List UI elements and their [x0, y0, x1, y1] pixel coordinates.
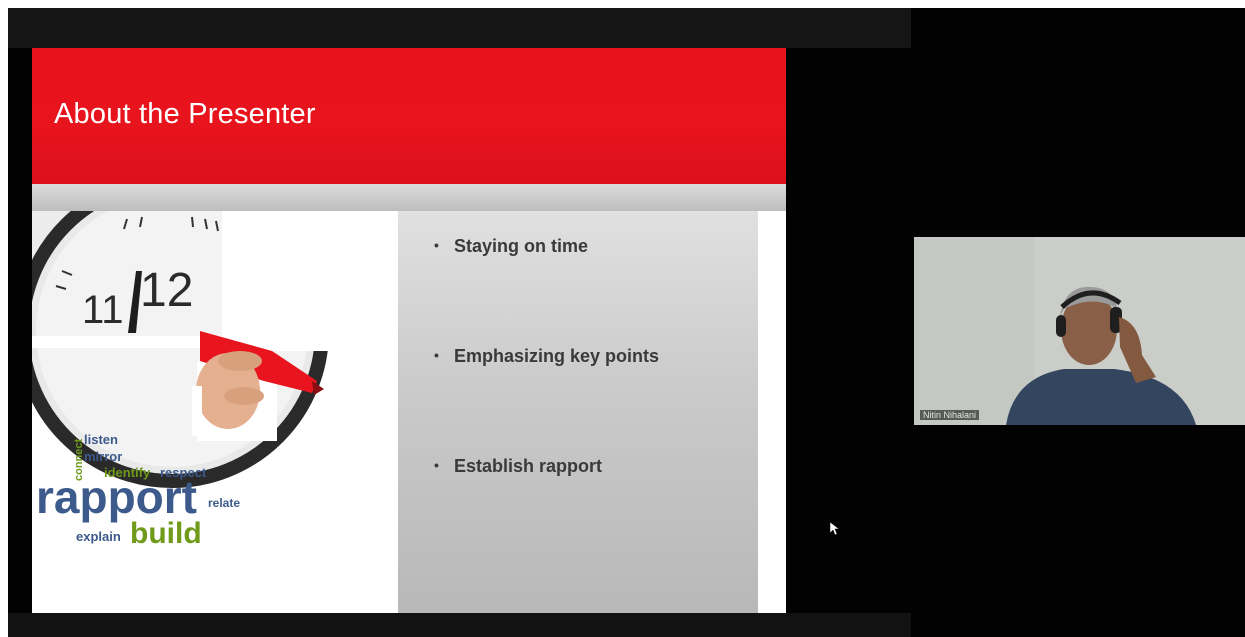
- participant-name-label: Nitin Nihalani: [920, 410, 980, 420]
- bullet-item-1: • Staying on time: [434, 236, 588, 257]
- participant-video-feed: [914, 237, 1245, 425]
- bullet-dot: •: [434, 347, 439, 363]
- slide-right-margin: [758, 211, 786, 613]
- word-rapport: rapport: [36, 471, 197, 523]
- mouse-cursor-icon: [830, 522, 840, 536]
- presentation-slide: About the Presenter 12 11 listen mirror …: [32, 48, 786, 613]
- bullet-text: Establish rapport: [454, 456, 603, 476]
- word-relate: relate: [208, 496, 240, 510]
- slide-image-area: 12 11 listen mirror identify respect rap…: [32, 174, 398, 613]
- bullet-item-2: • Emphasizing key points: [434, 346, 659, 367]
- word-build: build: [130, 517, 202, 550]
- bullet-dot: •: [434, 457, 439, 473]
- clock-number-11: 11: [82, 288, 124, 332]
- bullet-dot: •: [434, 237, 439, 253]
- bullet-panel: • Staying on time • Emphasizing key points…: [398, 211, 758, 613]
- slide-title: About the Presenter: [54, 98, 316, 130]
- word-listen: listen: [84, 432, 118, 447]
- word-connect: connect: [73, 438, 85, 481]
- bullet-item-3: • Establish rapport: [434, 456, 602, 477]
- bullet-text: Staying on time: [454, 236, 589, 256]
- bottom-bar: [8, 613, 911, 637]
- word-mirror: mirror: [84, 449, 122, 464]
- meeting-screen: About the Presenter 12 11 listen mirror …: [8, 8, 1245, 637]
- slide-header: About the Presenter: [32, 48, 786, 184]
- word-explain: explain: [76, 529, 121, 544]
- bullet-text: Emphasizing key points: [454, 346, 660, 366]
- clock-number-12: 12: [140, 264, 193, 317]
- slide-divider-stripe: [32, 184, 786, 211]
- participant-video-tile[interactable]: Nitin Nihalani: [914, 237, 1245, 425]
- top-bar: [8, 8, 911, 48]
- slide-illustration: 12 11 listen mirror identify respect rap…: [32, 174, 398, 550]
